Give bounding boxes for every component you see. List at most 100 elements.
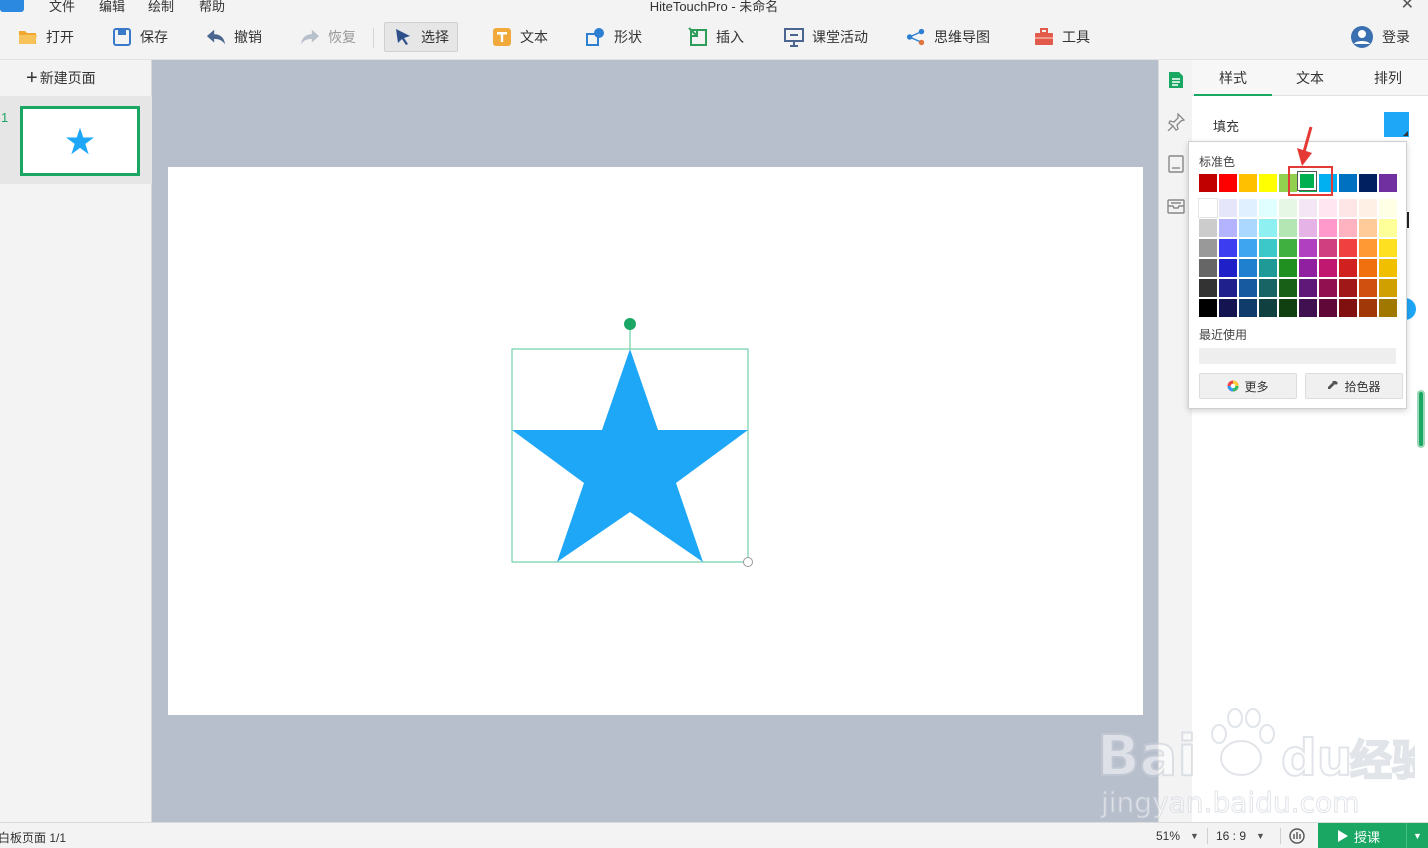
palette-color-swatch[interactable] [1279, 299, 1297, 317]
palette-color-swatch[interactable] [1279, 239, 1297, 257]
select-button[interactable]: 选择 [384, 22, 458, 52]
palette-color-swatch[interactable] [1259, 199, 1277, 217]
palette-color-swatch[interactable] [1219, 299, 1237, 317]
standard-color-swatch[interactable] [1259, 174, 1277, 192]
palette-color-swatch[interactable] [1319, 199, 1337, 217]
palette-color-swatch[interactable] [1199, 299, 1217, 317]
palette-color-swatch[interactable] [1339, 199, 1357, 217]
open-button[interactable]: 打开 [10, 22, 82, 52]
palette-color-swatch[interactable] [1319, 259, 1337, 277]
palette-color-swatch[interactable] [1198, 198, 1218, 218]
palette-color-swatch[interactable] [1199, 239, 1217, 257]
standard-color-swatch[interactable] [1219, 174, 1237, 192]
archive-icon[interactable] [1166, 196, 1186, 216]
tab-style[interactable]: 样式 [1194, 60, 1272, 96]
shape-button[interactable]: 形状 [578, 22, 650, 52]
tab-arrange[interactable]: 排列 [1349, 60, 1427, 96]
properties-doc-icon[interactable] [1166, 70, 1186, 90]
palette-color-swatch[interactable] [1259, 279, 1277, 297]
more-colors-button[interactable]: 更多 [1199, 373, 1297, 399]
palette-color-swatch[interactable] [1219, 279, 1237, 297]
palette-color-swatch[interactable] [1219, 219, 1237, 237]
palette-color-swatch[interactable] [1359, 259, 1377, 277]
standard-color-swatch[interactable] [1199, 174, 1217, 192]
palette-color-swatch[interactable] [1299, 199, 1317, 217]
palette-color-swatch[interactable] [1379, 299, 1397, 317]
palette-color-swatch[interactable] [1239, 259, 1257, 277]
star-shape[interactable] [512, 349, 748, 562]
fill-color-button[interactable] [1384, 112, 1409, 137]
palette-color-swatch[interactable] [1219, 199, 1237, 217]
palette-color-swatch[interactable] [1279, 219, 1297, 237]
palette-color-swatch[interactable] [1339, 259, 1357, 277]
palette-color-swatch[interactable] [1219, 239, 1237, 257]
book-icon[interactable] [1166, 154, 1186, 174]
palette-color-swatch[interactable] [1239, 239, 1257, 257]
panel-scrollbar[interactable] [1417, 390, 1425, 448]
palette-color-swatch[interactable] [1239, 279, 1257, 297]
palette-color-swatch[interactable] [1359, 239, 1377, 257]
palette-color-swatch[interactable] [1199, 219, 1217, 237]
palette-color-swatch[interactable] [1299, 279, 1317, 297]
standard-color-swatch[interactable] [1379, 174, 1397, 192]
save-button[interactable]: 保存 [104, 22, 176, 52]
palette-color-swatch[interactable] [1259, 299, 1277, 317]
tab-text[interactable]: 文本 [1271, 60, 1349, 96]
palette-color-swatch[interactable] [1299, 219, 1317, 237]
palette-color-swatch[interactable] [1279, 199, 1297, 217]
palette-color-swatch[interactable] [1199, 279, 1217, 297]
palette-color-swatch[interactable] [1359, 219, 1377, 237]
redo-button[interactable]: 恢复 [292, 22, 364, 52]
palette-color-swatch[interactable] [1359, 279, 1377, 297]
menu-draw[interactable]: 绘制 [148, 0, 174, 14]
palette-color-swatch[interactable] [1359, 199, 1377, 217]
palette-color-swatch[interactable] [1219, 259, 1237, 277]
tools-button[interactable]: 工具 [1026, 22, 1098, 52]
gesture-icon[interactable] [1288, 827, 1306, 848]
menu-file[interactable]: 文件 [49, 0, 75, 14]
undo-button[interactable]: 撤销 [198, 22, 270, 52]
standard-color-swatch[interactable] [1339, 174, 1357, 192]
palette-color-swatch[interactable] [1379, 219, 1397, 237]
palette-color-swatch[interactable] [1379, 199, 1397, 217]
insert-button[interactable]: 插入 [680, 22, 752, 52]
page-list-item[interactable]: 1 [0, 96, 152, 184]
login-button[interactable]: 登录 [1350, 22, 1410, 52]
zoom-dropdown[interactable]: 51% ▼ [1156, 829, 1199, 843]
palette-color-swatch[interactable] [1299, 299, 1317, 317]
palette-color-swatch[interactable] [1379, 259, 1397, 277]
palette-color-swatch[interactable] [1339, 239, 1357, 257]
palette-color-swatch[interactable] [1299, 259, 1317, 277]
rotate-handle[interactable] [624, 318, 636, 330]
palette-color-swatch[interactable] [1239, 219, 1257, 237]
teach-options-caret-icon[interactable]: ▼ [1406, 823, 1428, 848]
palette-color-swatch[interactable] [1379, 239, 1397, 257]
menu-help[interactable]: 帮助 [199, 0, 225, 14]
palette-color-swatch[interactable] [1319, 219, 1337, 237]
palette-color-swatch[interactable] [1359, 299, 1377, 317]
palette-color-swatch[interactable] [1259, 239, 1277, 257]
start-teaching-button[interactable]: 授课 ▼ [1318, 823, 1428, 848]
selected-star-shape[interactable] [508, 315, 758, 575]
eyedropper-button[interactable]: 拾色器 [1305, 373, 1403, 399]
resize-handle[interactable] [743, 557, 753, 567]
palette-color-swatch[interactable] [1199, 259, 1217, 277]
standard-color-swatch[interactable] [1359, 174, 1377, 192]
text-button[interactable]: 文本 [484, 22, 556, 52]
page-thumbnail[interactable] [20, 106, 140, 176]
palette-color-swatch[interactable] [1319, 279, 1337, 297]
aspect-ratio-dropdown[interactable]: 16 : 9 ▼ [1216, 829, 1265, 843]
palette-color-swatch[interactable] [1239, 299, 1257, 317]
standard-color-swatch[interactable] [1239, 174, 1257, 192]
pin-icon[interactable] [1166, 112, 1186, 132]
menu-edit[interactable]: 编辑 [99, 0, 125, 14]
palette-color-swatch[interactable] [1339, 299, 1357, 317]
palette-color-swatch[interactable] [1319, 239, 1337, 257]
palette-color-swatch[interactable] [1379, 279, 1397, 297]
whiteboard-page[interactable] [168, 167, 1143, 715]
palette-color-swatch[interactable] [1339, 279, 1357, 297]
palette-color-swatch[interactable] [1299, 239, 1317, 257]
palette-color-swatch[interactable] [1239, 199, 1257, 217]
close-window-icon[interactable]: ✕ [1401, 0, 1414, 14]
palette-color-swatch[interactable] [1319, 299, 1337, 317]
